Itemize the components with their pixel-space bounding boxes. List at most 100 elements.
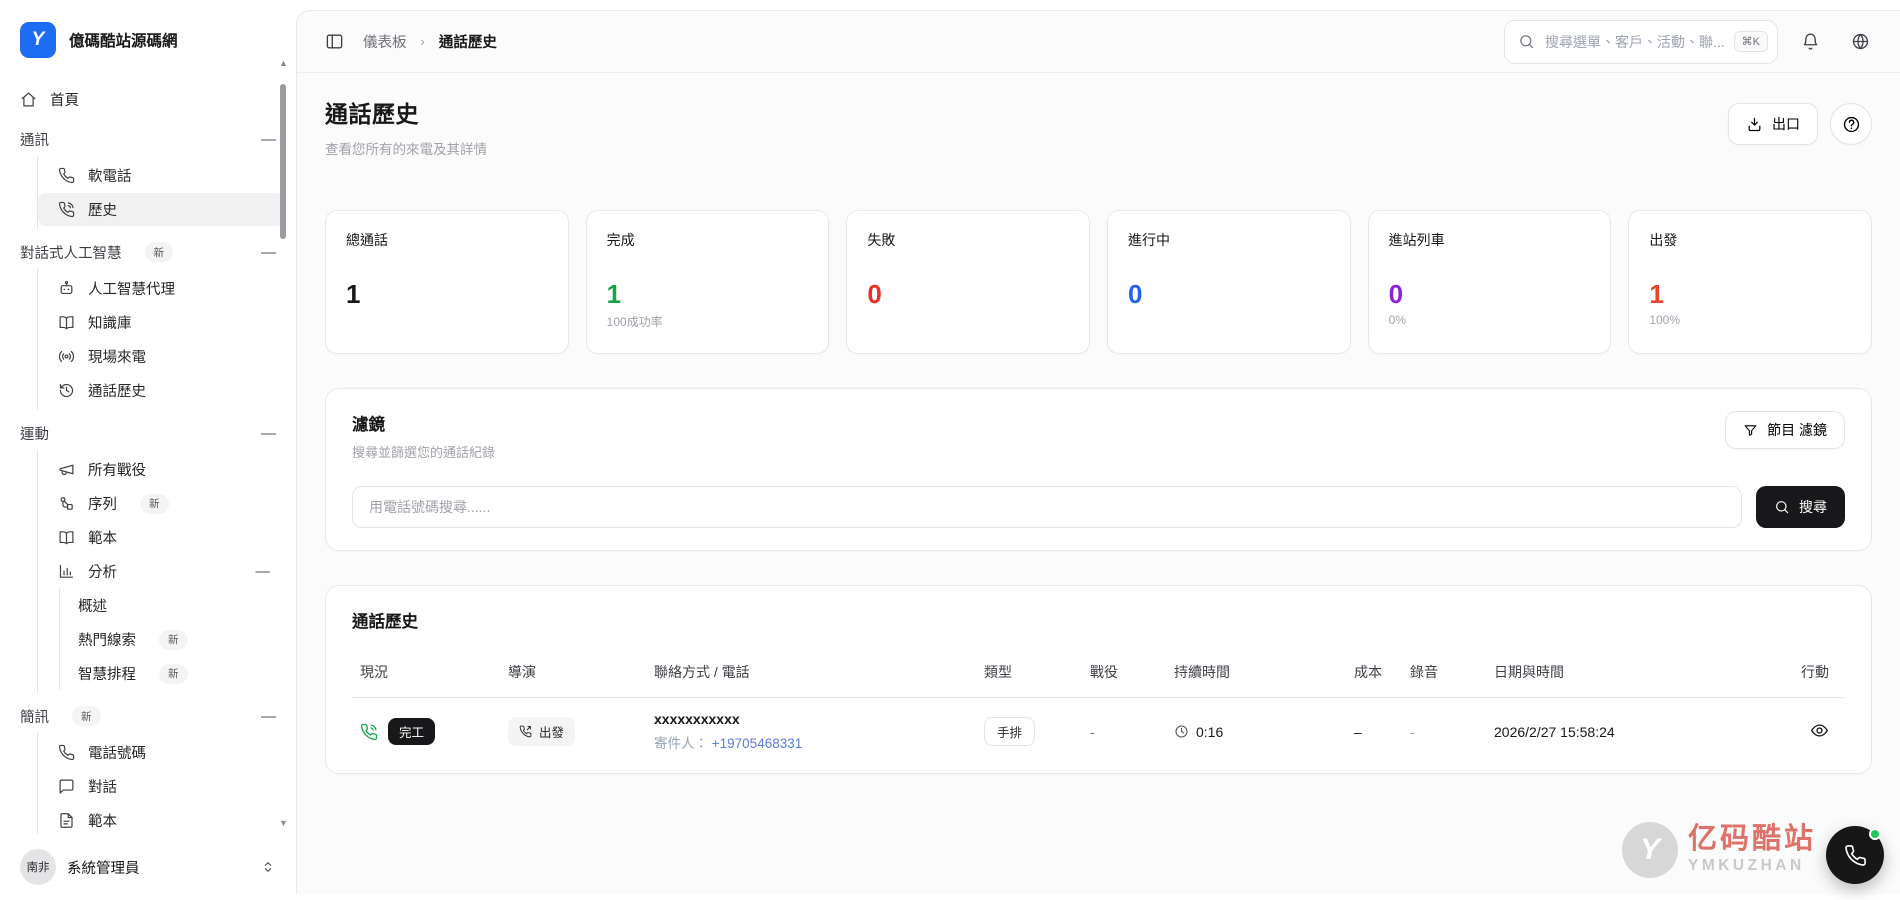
filter-card: 濾鏡 搜尋並篩選您的通話紀錄 節目 濾鏡 搜尋 <box>325 388 1872 551</box>
collapse-icon[interactable]: — <box>261 425 276 442</box>
phone-number-link[interactable]: +19705468331 <box>712 736 802 751</box>
workflow-icon <box>58 495 75 512</box>
call-history-card: 通話歷史 現況 導演 聯絡方式 / 電話 類型 戰役 持續時間 成本 <box>325 585 1872 774</box>
sidebar-item-home[interactable]: 首頁 <box>0 82 296 116</box>
chat-icon <box>58 778 75 795</box>
sidebar-item-label: 智慧排程 <box>78 663 136 684</box>
col-datetime: 日期與時間 <box>1486 650 1786 698</box>
sidebar-section-communication[interactable]: 通訊 — <box>0 122 296 156</box>
sidebar-item-ai-agents[interactable]: 人工智慧代理 <box>38 272 284 305</box>
sidebar-item-templates[interactable]: 範本 <box>38 521 284 554</box>
language-button[interactable] <box>1842 24 1878 60</box>
sidebar-item-label: 概述 <box>78 595 107 616</box>
group-communication: 軟電話 歷史 <box>37 156 296 229</box>
sidebar-section-campaigns[interactable]: 運動 — <box>0 416 296 450</box>
search-button[interactable]: 搜尋 <box>1756 486 1845 528</box>
sidebar-item-phone-numbers[interactable]: 電話號碼 <box>38 736 284 769</box>
contact-name: xxxxxxxxxxx <box>654 711 968 727</box>
sidebar-item-all-campaigns[interactable]: 所有戰役 <box>38 453 284 486</box>
new-badge: 新 <box>140 494 169 514</box>
col-campaign: 戰役 <box>1082 650 1166 698</box>
notifications-button[interactable] <box>1792 24 1828 60</box>
sidebar-toggle-button[interactable] <box>319 27 349 57</box>
search-icon <box>1518 33 1535 50</box>
group-conversational-ai: 人工智慧代理 知識庫 現場來電 通話歷史 <box>37 269 296 410</box>
watermark: Y 亿码酷站 YMKUZHAN <box>1622 822 1816 878</box>
brand-logo-icon: Y <box>20 22 56 58</box>
stat-sub: 0% <box>1389 313 1591 327</box>
collapse-icon[interactable]: — <box>256 564 271 580</box>
view-details-eye-icon[interactable] <box>1810 721 1829 740</box>
sidebar-item-call-history[interactable]: 通話歷史 <box>38 374 284 407</box>
main-panel: 儀表板 › 通話歷史 ⌘K 通話歷史 查看您所有的來電及其詳情 出口 <box>296 10 1900 894</box>
topbar: 儀表板 › 通話歷史 ⌘K <box>297 11 1900 73</box>
sidebar-section-conversational-ai[interactable]: 對話式人工智慧 新 — <box>0 235 296 269</box>
breadcrumb-dashboard[interactable]: 儀表板 <box>363 31 407 52</box>
search-input[interactable] <box>1545 34 1724 50</box>
stat-value: 1 <box>1649 279 1851 310</box>
sidebar-item-overview[interactable]: 概述 <box>60 589 284 622</box>
global-search[interactable]: ⌘K <box>1504 20 1778 64</box>
new-badge: 新 <box>145 242 174 262</box>
campaign-cell: - <box>1082 698 1166 766</box>
content: 通話歷史 查看您所有的來電及其詳情 出口 總通話 1 完成 <box>297 73 1900 774</box>
globe-icon <box>1851 32 1870 51</box>
online-status-dot <box>1869 828 1881 840</box>
file-icon <box>58 812 75 829</box>
sidebar-section-sms[interactable]: 簡訊 新 — <box>0 699 296 733</box>
phone-search-input[interactable] <box>352 486 1742 528</box>
duration-value: 0:16 <box>1196 724 1223 740</box>
sidebar-item-sms-templates[interactable]: 範本 <box>38 804 284 837</box>
brand-row[interactable]: Y 億碼酷站源碼網 <box>0 14 296 66</box>
stat-label: 完成 <box>607 230 809 250</box>
user-menu[interactable]: 南非 系統管理員 <box>0 834 296 900</box>
sidebar-item-conversations[interactable]: 對話 <box>38 770 284 803</box>
table-title: 通話歷史 <box>352 608 1845 632</box>
softphone-fab-button[interactable] <box>1826 826 1884 884</box>
collapse-icon[interactable]: — <box>261 131 276 148</box>
new-badge: 新 <box>72 706 101 726</box>
help-button[interactable] <box>1830 103 1872 145</box>
col-duration: 持續時間 <box>1166 650 1346 698</box>
table-row: 完工 出發 xxxxxxxxxxx 寄件人： <box>352 698 1845 766</box>
stat-value: 0 <box>1389 279 1591 310</box>
download-icon <box>1746 116 1763 133</box>
group-campaigns: 所有戰役 序列 新 範本 分析 — 概述 熱門線索 <box>37 450 296 693</box>
sidebar-scrollbar[interactable]: ▲ ▼ <box>279 58 287 828</box>
watermark-en: YMKUZHAN <box>1688 857 1816 875</box>
sidebar-item-softphone[interactable]: 軟電話 <box>38 159 284 192</box>
col-type: 類型 <box>976 650 1082 698</box>
col-director: 導演 <box>500 650 646 698</box>
chart-icon <box>58 563 75 580</box>
sidebar-item-label: 知識庫 <box>88 312 132 333</box>
sidebar-item-sequences[interactable]: 序列 新 <box>38 487 284 520</box>
sidebar-item-analytics[interactable]: 分析 — <box>38 555 284 588</box>
sidebar-item-knowledge-base[interactable]: 知識庫 <box>38 306 284 339</box>
sidebar-item-live-calls[interactable]: 現場來電 <box>38 340 284 373</box>
sidebar-item-history[interactable]: 歷史 <box>38 193 284 226</box>
collapse-icon[interactable]: — <box>261 708 276 725</box>
show-filters-button[interactable]: 節目 濾鏡 <box>1725 411 1845 449</box>
sidebar-item-hot-leads[interactable]: 熱門線索 新 <box>60 623 284 656</box>
sidebar-item-smart-scheduling[interactable]: 智慧排程 新 <box>60 657 284 690</box>
call-history-table: 現況 導演 聯絡方式 / 電話 類型 戰役 持續時間 成本 錄音 日期與時間 行… <box>352 650 1845 765</box>
scrollbar-thumb[interactable] <box>280 84 286 239</box>
section-label: 運動 <box>20 423 49 444</box>
export-label: 出口 <box>1772 114 1800 134</box>
stat-label: 進站列車 <box>1389 230 1591 250</box>
stat-card-inbound: 進站列車 0 0% <box>1368 210 1612 354</box>
stat-label: 出發 <box>1649 230 1851 250</box>
sidebar-item-label: 範本 <box>88 810 117 831</box>
chevrons-updown-icon[interactable] <box>260 859 276 875</box>
radio-icon <box>58 348 75 365</box>
stat-label: 總通話 <box>346 230 548 250</box>
stats-row: 總通話 1 完成 1 100成功率 失敗 0 進行中 0 進站列車 0 <box>325 210 1872 354</box>
collapse-icon[interactable]: — <box>261 244 276 261</box>
direction-badge: 出發 <box>508 717 575 746</box>
scroll-up-icon[interactable]: ▲ <box>279 58 287 68</box>
export-button[interactable]: 出口 <box>1728 103 1818 145</box>
col-cost: 成本 <box>1346 650 1402 698</box>
scroll-down-icon[interactable]: ▼ <box>279 818 287 828</box>
sidebar-item-label: 熱門線索 <box>78 629 136 650</box>
phone-call-icon <box>58 201 75 218</box>
